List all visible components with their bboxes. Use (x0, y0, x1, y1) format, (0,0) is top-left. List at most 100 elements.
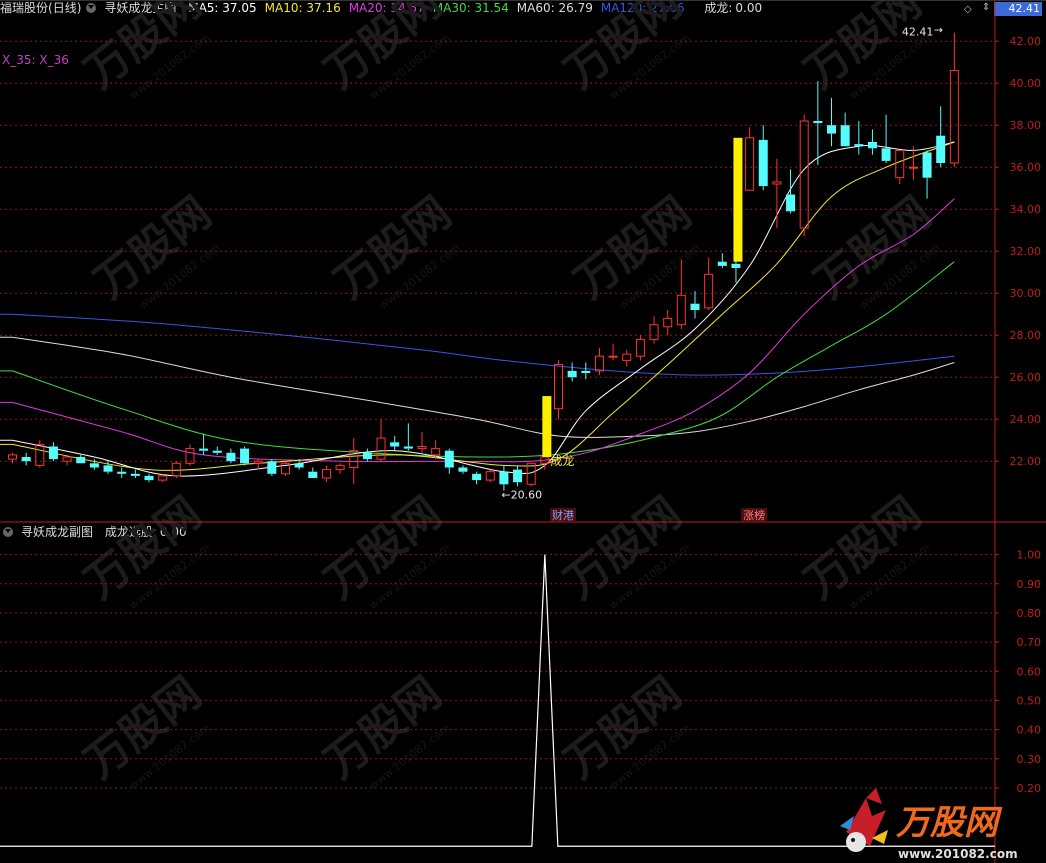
candle-up (622, 349, 632, 367)
candle-down (199, 433, 209, 455)
signal-bar (733, 137, 743, 262)
sub-y-tick-label: 0.80 (1017, 607, 1042, 620)
candle-body (403, 446, 413, 449)
ma60-line (0, 336, 955, 438)
candle-body (704, 273, 714, 309)
candle-body (485, 471, 495, 481)
candle-body (212, 450, 222, 453)
candle-down (458, 465, 468, 474)
candle-down (513, 465, 523, 487)
candle-down (212, 446, 222, 455)
candle-up (335, 463, 345, 474)
high-price-label: 42.41 (902, 26, 934, 39)
candle-down (144, 473, 154, 483)
candle-down (226, 448, 236, 464)
event-label: 财港 (552, 508, 574, 522)
candle-up (949, 32, 959, 168)
candle-body (881, 148, 891, 161)
candle-down (48, 442, 58, 462)
candle-body (594, 355, 604, 372)
grid-lines (0, 40, 995, 789)
candle-up (281, 461, 290, 476)
high-price-arrow: → (934, 24, 943, 37)
candle-body (799, 120, 809, 229)
candle-body (308, 471, 318, 478)
candle-body (622, 353, 632, 361)
candle-down (786, 169, 796, 214)
candle-body (444, 450, 454, 468)
candle-body (199, 448, 209, 451)
candle-down (117, 467, 127, 478)
candle-body (472, 473, 482, 481)
candle-body (226, 452, 236, 462)
candle-down (472, 471, 482, 485)
sub-y-tick-label: 0.70 (1017, 636, 1042, 649)
candle-up (417, 431, 427, 453)
candle-down (922, 150, 932, 199)
candle-body (745, 137, 755, 191)
logo-url: www.201082.com (898, 847, 1018, 861)
candle-up (772, 158, 782, 229)
candle-down (840, 112, 850, 147)
sub-y-tick-label: 0.30 (1017, 753, 1042, 766)
candle-down (390, 436, 400, 451)
candle-down (21, 452, 31, 466)
y-tick-label: 38.00 (1010, 119, 1042, 132)
candle-body (608, 355, 618, 358)
candle-body (362, 452, 372, 460)
candle-body (554, 364, 563, 410)
candle-up (635, 335, 645, 361)
y-tick-label: 42.00 (1010, 35, 1042, 48)
candle-down (403, 423, 413, 451)
candle-body (949, 70, 959, 164)
logo-text: 万股网 (895, 803, 1003, 843)
candle-down (76, 454, 86, 464)
candle-body (253, 460, 263, 464)
event-label: 涨榜 (743, 508, 765, 522)
candle-body (171, 462, 181, 477)
y-tick-label: 24.00 (1010, 413, 1042, 426)
sub-y-tick-label: 0.90 (1017, 578, 1042, 591)
candle-body (895, 149, 905, 179)
candle-down (690, 291, 700, 319)
stock-chart-window: { "header": { "stock": "福瑞股份", "period":… (0, 0, 1046, 863)
candle-body (48, 446, 58, 460)
candle-body (267, 461, 277, 474)
candle-down (881, 114, 891, 163)
ma120-line (0, 313, 955, 376)
candle-body (690, 303, 700, 310)
candle-body (185, 448, 195, 464)
candle-body (21, 457, 31, 462)
sub-y-tick-label: 1.00 (1017, 549, 1042, 562)
sub-y-tick-label: 0.60 (1017, 665, 1042, 678)
candle-body (663, 317, 673, 328)
candle-down (240, 446, 250, 466)
candle-down (758, 125, 768, 191)
chart-canvas[interactable]: 万股网www.201082.com 万股网www.201082.com 万股网www… (0, 0, 1046, 863)
candle-body (158, 475, 168, 481)
signal-text-label: 成龙 (550, 454, 574, 468)
candle-up (253, 459, 263, 470)
candle-down (827, 97, 836, 147)
candle-down (444, 448, 454, 474)
candle-up (554, 360, 563, 420)
candle-body (922, 152, 932, 178)
candle-body (772, 181, 782, 185)
candle-body (321, 469, 331, 479)
candle-up (8, 452, 17, 464)
y-tick-label: 36.00 (1010, 161, 1042, 174)
candle-up (649, 316, 659, 344)
candle-down (936, 106, 946, 168)
candle-body (758, 139, 768, 187)
candle-body (103, 465, 113, 472)
candle-body (731, 263, 741, 268)
candle-body (376, 437, 386, 460)
candle-down (567, 362, 577, 382)
candle-up (745, 127, 755, 191)
candle-body (431, 448, 441, 456)
candle-body (130, 473, 140, 476)
candle-body (676, 294, 686, 326)
low-price-label: ←20.60 (501, 489, 542, 502)
candle-up (185, 444, 195, 466)
candle-body (144, 475, 154, 481)
